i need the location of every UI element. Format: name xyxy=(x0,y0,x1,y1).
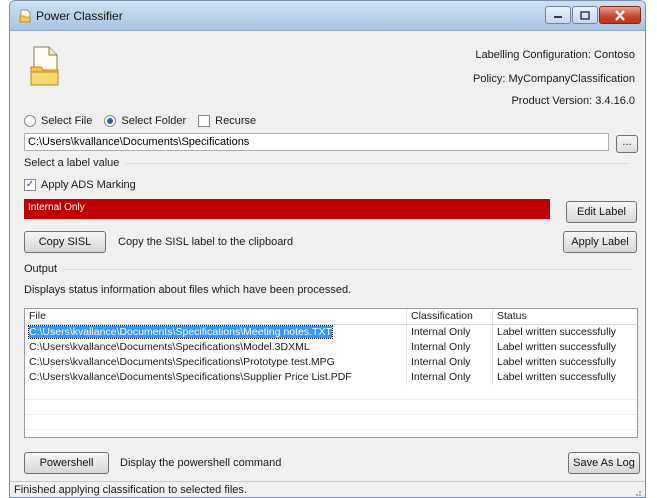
label-group-title: Select a label value xyxy=(24,157,120,169)
table-header: File Classification Status xyxy=(25,309,637,325)
file-cell: C:\Users\kvallance\Documents\Specificati… xyxy=(25,370,407,385)
output-group-title: Output xyxy=(24,263,58,275)
table-row[interactable]: C:\Users\kvallance\Documents\Specificati… xyxy=(25,370,637,385)
save-as-log-button[interactable]: Save As Log xyxy=(568,452,640,474)
select-file-radio[interactable] xyxy=(24,115,36,127)
apply-ads-label[interactable]: Apply ADS Marking xyxy=(41,179,136,191)
file-cell: C:\Users\kvallance\Documents\Specificati… xyxy=(25,325,407,340)
group-divider xyxy=(63,268,634,270)
output-table[interactable]: File Classification Status C:\Users\kval… xyxy=(24,308,638,438)
close-button[interactable] xyxy=(599,6,641,24)
column-header-status[interactable]: Status xyxy=(493,309,637,324)
status-text: Finished applying classification to sele… xyxy=(14,484,247,496)
table-row[interactable]: C:\Users\kvallance\Documents\Specificati… xyxy=(25,355,637,370)
empty-row xyxy=(25,415,637,430)
file-cell: C:\Users\kvallance\Documents\Specificati… xyxy=(25,355,407,370)
select-folder-label[interactable]: Select Folder xyxy=(121,115,186,127)
file-path: C:\Users\kvallance\Documents\Specificati… xyxy=(28,325,333,339)
empty-row xyxy=(25,400,637,415)
powershell-button[interactable]: Powershell xyxy=(24,452,109,474)
document-folder-icon xyxy=(30,46,59,86)
product-version-text: Product Version: 3.4.16.0 xyxy=(511,95,635,107)
column-header-file[interactable]: File xyxy=(25,309,407,324)
copy-sisl-hint: Copy the SISL label to the clipboard xyxy=(118,236,294,248)
document-folder-icon xyxy=(19,9,31,23)
maximize-icon xyxy=(580,10,590,20)
label-group-header: Select a label value xyxy=(24,157,631,169)
file-cell: C:\Users\kvallance\Documents\Specificati… xyxy=(25,340,407,355)
window-title: Power Classifier xyxy=(36,9,123,23)
classification-cell: Internal Only xyxy=(407,370,493,385)
output-group-header: Output xyxy=(24,263,634,275)
classification-cell: Internal Only xyxy=(407,340,493,355)
resize-grip-icon[interactable] xyxy=(632,487,642,497)
close-icon xyxy=(615,9,625,21)
apply-label-button[interactable]: Apply Label xyxy=(563,231,637,253)
recurse-label[interactable]: Recurse xyxy=(215,115,256,127)
classification-cell: Internal Only xyxy=(407,325,493,340)
policy-text: Policy: MyCompanyClassification xyxy=(473,73,635,85)
output-description: Displays status information about files … xyxy=(24,284,352,296)
status-cell: Label written successfully xyxy=(497,326,617,338)
maximize-button[interactable] xyxy=(572,6,598,24)
select-file-label[interactable]: Select File xyxy=(41,115,92,127)
classification-cell: Internal Only xyxy=(407,355,493,370)
selected-label-bar[interactable]: Internal Only xyxy=(24,199,550,219)
power-classifier-window: Power Classifier Labelling Configuration… xyxy=(9,0,646,498)
table-row[interactable]: C:\Users\kvallance\Documents\Specificati… xyxy=(25,325,637,340)
group-divider xyxy=(125,162,631,164)
status-cell: Label written successfully xyxy=(497,371,617,383)
source-options: Select File Select Folder Recurse xyxy=(24,115,268,127)
minimize-button[interactable] xyxy=(545,6,571,24)
recurse-checkbox[interactable] xyxy=(198,115,211,127)
folder-path-input[interactable] xyxy=(24,133,609,151)
status-cell: Label written successfully xyxy=(497,341,617,353)
column-header-classification[interactable]: Classification xyxy=(407,309,493,324)
status-bar: Finished applying classification to sele… xyxy=(10,481,645,497)
status-cell: Label written successfully xyxy=(497,356,617,368)
ads-option: ✓ Apply ADS Marking xyxy=(24,179,136,191)
powershell-hint: Display the powershell command xyxy=(120,457,282,469)
minimize-icon xyxy=(554,16,562,18)
browse-button[interactable]: ... xyxy=(616,135,638,153)
select-folder-radio[interactable] xyxy=(104,115,117,127)
table-row[interactable]: C:\Users\kvallance\Documents\Specificati… xyxy=(25,340,637,355)
title-bar[interactable]: Power Classifier xyxy=(10,1,645,31)
labelling-configuration-text: Labelling Configuration: Contoso xyxy=(475,49,635,61)
copy-sisl-button[interactable]: Copy SISL xyxy=(24,231,106,253)
apply-ads-checkbox[interactable]: ✓ xyxy=(24,179,36,191)
edit-label-button[interactable]: Edit Label xyxy=(566,201,637,223)
empty-row xyxy=(25,385,637,400)
